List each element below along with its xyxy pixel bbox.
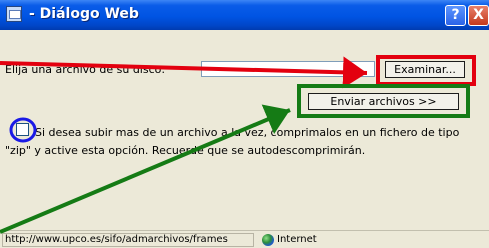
window-app-icon [6,6,22,22]
status-bar: http://www.upco.es/sifo/admarchivos/fram… [0,230,489,248]
examinar-button[interactable]: Examinar... [385,61,465,78]
dialog-window: - Diálogo Web ? X Elija una archivo de s… [0,0,489,248]
title-bar[interactable]: - Diálogo Web ? X [0,0,489,30]
window-title: - Diálogo Web [29,6,139,22]
security-zone-label: Internet [277,234,317,245]
file-path-input[interactable] [201,61,375,77]
enviar-archivos-button[interactable]: Enviar archivos >> [308,93,459,110]
internet-zone-icon [262,234,274,246]
zip-option-description: Si desea subir mas de un archivo a la ve… [5,126,460,157]
close-button[interactable]: X [468,5,489,26]
help-button[interactable]: ? [445,5,466,26]
file-prompt-label: Elija una archivo de su disco: [5,63,166,76]
status-url: http://www.upco.es/sifo/admarchivos/fram… [2,233,254,247]
